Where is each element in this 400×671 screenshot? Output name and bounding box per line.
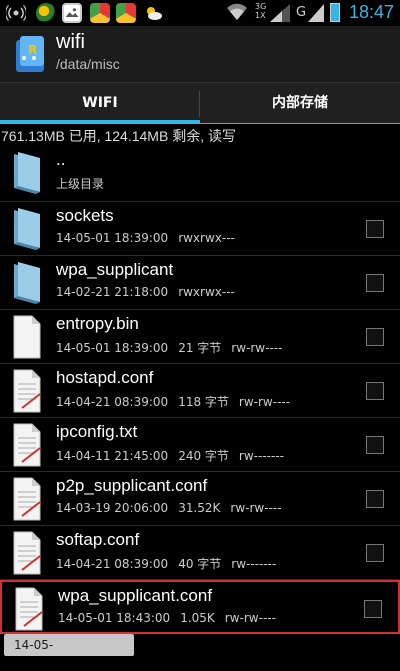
app-logo-icon[interactable]: R — [14, 34, 48, 74]
cell-signal-icon-2 — [308, 4, 324, 22]
file-name: p2p_supplicant.conf — [56, 476, 208, 495]
app-title: wifi — [56, 31, 85, 53]
select-checkbox[interactable] — [366, 274, 384, 292]
file-name: ipconfig.txt — [56, 422, 138, 441]
list-item[interactable]: p2p_supplicant.conf 14-03-19 20:06:00 31.… — [0, 472, 400, 526]
file-name: wpa_supplicant.conf — [58, 586, 213, 605]
text-file-icon — [13, 531, 41, 575]
list-item[interactable]: wpa_supplicant 14-02-21 21:18:00 rwxrwx--… — [0, 256, 400, 310]
file-meta: 14-05-01 18:43:00 1.05K rw-rw---- — [58, 611, 276, 625]
file-name: wpa_supplicant — [56, 260, 174, 279]
file-meta: 14-02-21 21:18:00 rwxrwx--- — [56, 285, 235, 299]
battery-icon — [330, 3, 340, 22]
svg-text:R: R — [28, 43, 37, 57]
select-checkbox[interactable] — [364, 600, 382, 618]
text-file-icon — [13, 369, 41, 413]
app-notification-icon — [36, 3, 56, 23]
file-meta: 14-05-01 18:39:00 rwxrwx--- — [56, 231, 235, 245]
select-checkbox[interactable] — [366, 328, 384, 346]
list-item-selected[interactable]: wpa_supplicant.conf 14-05-01 18:43:00 1.0… — [0, 580, 400, 634]
text-file-icon — [13, 423, 41, 467]
action-bar: R wifi /data/misc — [0, 26, 400, 82]
list-item[interactable]: ipconfig.txt 14-04-11 21:45:00 240 字节 rw--… — [0, 418, 400, 472]
file-meta: 14-03-19 20:06:00 31.52K rw-rw---- — [56, 501, 282, 515]
list-item[interactable]: entropy.bin 14-05-01 18:39:00 21 字节 rw-rw-… — [0, 310, 400, 364]
chrome-icon — [90, 3, 110, 23]
g-network-label: G — [296, 5, 307, 20]
tab-wifi[interactable]: WIFI — [0, 83, 200, 125]
file-list: .. 上级目录 sockets 14-05-01 18:39:00 rwxrwx-… — [0, 146, 400, 634]
active-tab-indicator — [0, 120, 200, 124]
gallery-icon — [62, 3, 82, 23]
tab-internal-storage[interactable]: 内部存储 — [200, 83, 400, 125]
nav-bar — [0, 658, 400, 671]
folder-icon — [14, 152, 40, 194]
select-checkbox[interactable] — [366, 544, 384, 562]
scroll-date-indicator: 14-05- — [4, 634, 134, 656]
file-meta: 14-04-21 08:39:00 118 字节 rw-rw---- — [56, 395, 291, 409]
current-path: /data/misc — [56, 56, 120, 72]
file-meta: 14-04-21 08:39:00 40 字节 rw------- — [56, 557, 277, 571]
tab-bar: WIFI 内部存储 — [0, 82, 400, 124]
list-item-parent-dir[interactable]: .. 上级目录 — [0, 146, 400, 202]
wifi-icon — [227, 3, 247, 20]
select-checkbox[interactable] — [366, 490, 384, 508]
chrome-icon-2 — [116, 3, 136, 23]
list-item[interactable]: softap.conf 14-04-21 08:39:00 40 字节 rw----… — [0, 526, 400, 580]
file-name: softap.conf — [56, 530, 140, 549]
list-item[interactable]: sockets 14-05-01 18:39:00 rwxrwx--- — [0, 202, 400, 256]
status-time: 18:47 — [348, 2, 394, 22]
file-name: sockets — [56, 206, 114, 225]
signal-broadcast-icon — [6, 5, 26, 21]
weather-icon — [147, 7, 162, 20]
file-meta: 14-04-11 21:45:00 240 字节 rw------- — [56, 449, 284, 463]
file-name: entropy.bin — [56, 314, 139, 333]
list-item[interactable]: hostapd.conf 14-04-21 08:39:00 118 字节 rw-r… — [0, 364, 400, 418]
status-bar: 3G 1X G 18:47 — [0, 0, 400, 26]
select-checkbox[interactable] — [366, 220, 384, 238]
file-name: .. — [56, 150, 66, 169]
file-name: hostapd.conf — [56, 368, 154, 387]
file-icon — [13, 315, 41, 359]
file-meta: 上级目录 — [56, 177, 105, 191]
network-type-label: 3G 1X — [255, 2, 267, 20]
file-meta: 14-05-01 18:39:00 21 字节 rw-rw---- — [56, 341, 283, 355]
storage-info: 761.13MB 已用, 124.14MB 剩余, 读写 — [1, 128, 236, 144]
text-file-icon — [15, 587, 43, 631]
select-checkbox[interactable] — [366, 382, 384, 400]
folder-icon — [14, 208, 40, 250]
text-file-icon — [13, 477, 41, 521]
folder-icon — [14, 262, 40, 304]
cell-signal-icon — [270, 4, 290, 22]
select-checkbox[interactable] — [366, 436, 384, 454]
